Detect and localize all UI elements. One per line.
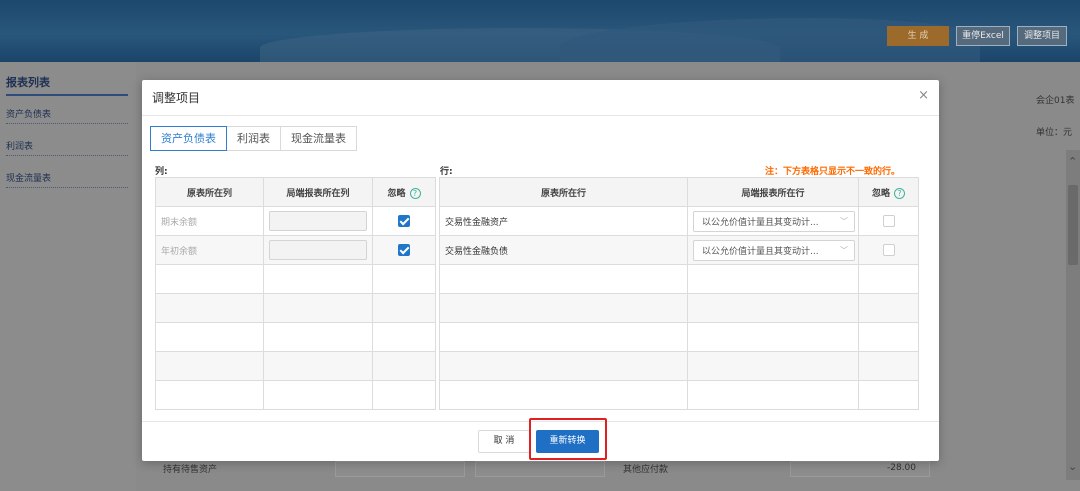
rows-section-label: 行: [440, 167, 453, 177]
target-row-select-value: 以公允价值计量且其变动计... [702, 217, 819, 228]
ignore-checkbox[interactable] [882, 215, 895, 227]
table-row [439, 264, 919, 294]
target-row-select[interactable]: 以公允价值计量且其变动计... ﹀ [693, 239, 855, 261]
sidebar-title: 报表列表 [6, 76, 50, 89]
cancel-button[interactable]: 取 消 [478, 430, 530, 453]
report-list-sidebar: 报表列表 资产负债表 利润表 现金流量表 [0, 62, 136, 491]
help-icon[interactable]: ? [409, 187, 421, 199]
table-row: 交易性金融负债 以公允价值计量且其变动计... ﹀ [439, 235, 919, 265]
sidebar-divider [6, 94, 128, 96]
close-icon[interactable]: × [918, 88, 929, 103]
generate-button[interactable]: 生 成 [887, 26, 949, 46]
tab-income-statement[interactable]: 利润表 [226, 126, 281, 151]
export-excel-button[interactable]: 重停Excel [956, 26, 1010, 46]
rows-note: 注：下方表格只显示不一致的行。 [765, 167, 901, 177]
table-row [439, 380, 919, 410]
target-column-cell [263, 206, 373, 236]
chevron-up-icon[interactable]: ⌃ [1068, 155, 1077, 168]
column-header: 原表所在行 [439, 177, 688, 207]
chevron-down-icon: ﹀ [840, 245, 848, 255]
columns-table: 原表所在列 局端报表所在列 忽略? 期末余额 年初余额 [155, 177, 436, 410]
source-row-cell: 交易性金融资产 [439, 206, 688, 236]
table-row [155, 264, 436, 294]
ignore-checkbox[interactable] [882, 244, 895, 256]
ignore-checkbox[interactable] [398, 244, 410, 256]
table-row [439, 322, 919, 352]
ignore-checkbox[interactable] [398, 215, 410, 227]
column-header: 忽略? [372, 177, 436, 207]
header-banner: 生 成 重停Excel 调整项目 [0, 0, 1080, 62]
target-row-select[interactable]: 以公允价值计量且其变动计... ﹀ [693, 210, 855, 232]
ignore-cell [858, 235, 919, 265]
sidebar-item-balance-sheet[interactable]: 资产负债表 [6, 106, 128, 124]
source-column-cell: 年初余额 [155, 235, 264, 265]
table-row [155, 293, 436, 323]
unit-label: 单位：元 [1036, 128, 1073, 138]
target-column-input[interactable] [269, 211, 367, 231]
ignore-cell [372, 235, 436, 265]
target-row-select-value: 以公允价值计量且其变动计... [702, 246, 819, 257]
bg-row-right-label: 其他应付款 [623, 465, 669, 475]
dialog-title: 调整项目 [152, 91, 201, 105]
table-header-row: 原表所在行 局端报表所在行 忽略? [439, 177, 919, 207]
sidebar-item-income-statement[interactable]: 利润表 [6, 138, 128, 156]
target-row-cell: 以公允价值计量且其变动计... ﹀ [687, 235, 859, 265]
target-column-cell [263, 235, 373, 265]
sidebar-item-cash-flow[interactable]: 现金流量表 [6, 170, 128, 188]
ignore-cell [372, 206, 436, 236]
form-code-label: 会企01表 [1036, 96, 1075, 106]
table-row [439, 351, 919, 381]
adjust-items-dialog: 调整项目 × 资产负债表 利润表 现金流量表 列: 行: 注：下方表格只显示不一… [142, 80, 939, 461]
column-header: 原表所在列 [155, 177, 264, 207]
scrollbar-thumb[interactable] [1068, 185, 1078, 265]
dialog-header: 调整项目 × [142, 80, 939, 116]
tab-balance-sheet[interactable]: 资产负债表 [150, 126, 227, 151]
target-column-input[interactable] [269, 240, 367, 260]
source-column-cell: 期末余额 [155, 206, 264, 236]
target-row-cell: 以公允价值计量且其变动计... ﹀ [687, 206, 859, 236]
column-header: 局端报表所在行 [687, 177, 859, 207]
chevron-down-icon: ﹀ [840, 216, 848, 226]
rows-table: 原表所在行 局端报表所在行 忽略? 交易性金融资产 以公允价值计量且其变动计..… [439, 177, 919, 410]
table-row: 期末余额 [155, 206, 436, 236]
bg-cell [475, 461, 605, 477]
column-header: 忽略? [858, 177, 919, 207]
table-row: 年初余额 [155, 235, 436, 265]
help-icon[interactable]: ? [894, 187, 905, 199]
column-header-label: 忽略 [387, 188, 406, 199]
columns-section-label: 列: [155, 167, 168, 177]
column-header: 局端报表所在列 [263, 177, 373, 207]
bg-row-left-label: 持有待售资产 [163, 465, 218, 475]
table-row: 交易性金融资产 以公允价值计量且其变动计... ﹀ [439, 206, 919, 236]
bg-row-right-value: -28.00 [887, 463, 917, 473]
ignore-cell [858, 206, 919, 236]
source-row-cell: 交易性金融负债 [439, 235, 688, 265]
table-row [155, 380, 436, 410]
adjust-items-button[interactable]: 调整项目 [1017, 26, 1067, 46]
table-header-row: 原表所在列 局端报表所在列 忽略? [155, 177, 436, 207]
column-header-label: 忽略 [871, 188, 890, 199]
table-row [155, 351, 436, 381]
table-row [439, 293, 919, 323]
table-row [155, 322, 436, 352]
tab-cash-flow[interactable]: 现金流量表 [280, 126, 357, 151]
report-tabs: 资产负债表 利润表 现金流量表 [150, 126, 357, 151]
highlight-box [529, 418, 607, 460]
chevron-down-icon[interactable]: ⌄ [1068, 460, 1077, 473]
bg-cell [335, 461, 465, 477]
